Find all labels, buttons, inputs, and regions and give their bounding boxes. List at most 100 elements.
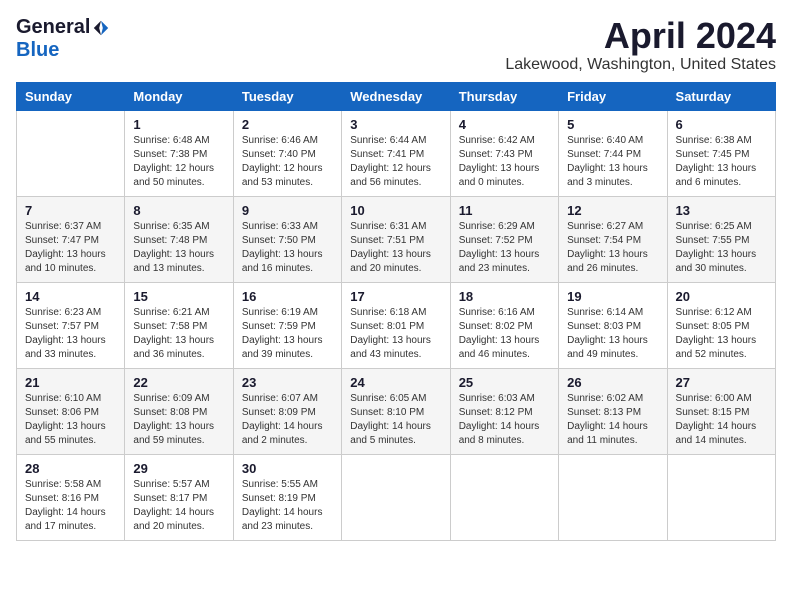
day-info: Sunrise: 5:57 AM Sunset: 8:17 PM Dayligh… bbox=[133, 478, 224, 534]
day-info: Sunrise: 6:27 AM Sunset: 7:54 PM Dayligh… bbox=[567, 220, 658, 276]
location-title: Lakewood, Washington, United States bbox=[505, 56, 776, 74]
calendar-day-cell bbox=[559, 454, 667, 540]
day-info: Sunrise: 6:48 AM Sunset: 7:38 PM Dayligh… bbox=[133, 134, 224, 190]
day-number: 21 bbox=[25, 375, 116, 390]
calendar-day-cell: 8Sunrise: 6:35 AM Sunset: 7:48 PM Daylig… bbox=[125, 196, 233, 282]
day-info: Sunrise: 5:55 AM Sunset: 8:19 PM Dayligh… bbox=[242, 478, 333, 534]
day-number: 1 bbox=[133, 117, 224, 132]
day-number: 19 bbox=[567, 289, 658, 304]
day-number: 22 bbox=[133, 375, 224, 390]
day-number: 6 bbox=[676, 117, 767, 132]
day-number: 4 bbox=[459, 117, 550, 132]
day-info: Sunrise: 6:23 AM Sunset: 7:57 PM Dayligh… bbox=[25, 306, 116, 362]
calendar-day-cell: 7Sunrise: 6:37 AM Sunset: 7:47 PM Daylig… bbox=[17, 196, 125, 282]
day-number: 11 bbox=[459, 203, 550, 218]
day-header-sunday: Sunday bbox=[17, 82, 125, 110]
title-area: April 2024 Lakewood, Washington, United … bbox=[505, 16, 776, 74]
day-info: Sunrise: 6:19 AM Sunset: 7:59 PM Dayligh… bbox=[242, 306, 333, 362]
day-number: 23 bbox=[242, 375, 333, 390]
calendar-day-cell: 23 Sunrise: 6:07 AM Sunset: 8:09 PM Dayli… bbox=[233, 368, 341, 454]
day-info: Sunrise: 6:14 AM Sunset: 8:03 PM Dayligh… bbox=[567, 306, 658, 362]
day-info: Sunrise: 6:07 AM Sunset: 8:09 PM Dayligh… bbox=[242, 392, 333, 448]
day-info: Sunrise: 6:46 AM Sunset: 7:40 PM Dayligh… bbox=[242, 134, 333, 190]
day-info: Sunrise: 6:02 AM Sunset: 8:13 PM Dayligh… bbox=[567, 392, 658, 448]
header: General Blue April 2024 Lakewood, Washin… bbox=[16, 16, 776, 74]
calendar-day-cell: 16 Sunrise: 6:19 AM Sunset: 7:59 PM Dayli… bbox=[233, 282, 341, 368]
logo-icon bbox=[92, 19, 110, 37]
day-number: 27 bbox=[676, 375, 767, 390]
day-number: 9 bbox=[242, 203, 333, 218]
calendar-day-cell: 17 Sunrise: 6:18 AM Sunset: 8:01 PM Dayli… bbox=[342, 282, 450, 368]
day-info: Sunrise: 6:33 AM Sunset: 7:50 PM Dayligh… bbox=[242, 220, 333, 276]
calendar-week-row: 28Sunrise: 5:58 AM Sunset: 8:16 PM Dayli… bbox=[17, 454, 776, 540]
calendar-day-cell: 30 Sunrise: 5:55 AM Sunset: 8:19 PM Dayli… bbox=[233, 454, 341, 540]
day-info: Sunrise: 6:12 AM Sunset: 8:05 PM Dayligh… bbox=[676, 306, 767, 362]
calendar-week-row: 7Sunrise: 6:37 AM Sunset: 7:47 PM Daylig… bbox=[17, 196, 776, 282]
calendar-day-cell: 25 Sunrise: 6:03 AM Sunset: 8:12 PM Dayli… bbox=[450, 368, 558, 454]
day-info: Sunrise: 6:03 AM Sunset: 8:12 PM Dayligh… bbox=[459, 392, 550, 448]
calendar-day-cell: 22 Sunrise: 6:09 AM Sunset: 8:08 PM Dayli… bbox=[125, 368, 233, 454]
calendar-day-cell bbox=[667, 454, 775, 540]
day-header-tuesday: Tuesday bbox=[233, 82, 341, 110]
day-info: Sunrise: 6:21 AM Sunset: 7:58 PM Dayligh… bbox=[133, 306, 224, 362]
day-info: Sunrise: 6:29 AM Sunset: 7:52 PM Dayligh… bbox=[459, 220, 550, 276]
day-info: Sunrise: 6:10 AM Sunset: 8:06 PM Dayligh… bbox=[25, 392, 116, 448]
day-info: Sunrise: 6:31 AM Sunset: 7:51 PM Dayligh… bbox=[350, 220, 441, 276]
day-info: Sunrise: 6:38 AM Sunset: 7:45 PM Dayligh… bbox=[676, 134, 767, 190]
calendar-day-cell: 24 Sunrise: 6:05 AM Sunset: 8:10 PM Dayli… bbox=[342, 368, 450, 454]
calendar-day-cell: 9 Sunrise: 6:33 AM Sunset: 7:50 PM Daylig… bbox=[233, 196, 341, 282]
calendar-day-cell: 27Sunrise: 6:00 AM Sunset: 8:15 PM Dayli… bbox=[667, 368, 775, 454]
calendar-day-cell: 20Sunrise: 6:12 AM Sunset: 8:05 PM Dayli… bbox=[667, 282, 775, 368]
day-info: Sunrise: 6:16 AM Sunset: 8:02 PM Dayligh… bbox=[459, 306, 550, 362]
calendar-day-cell: 5Sunrise: 6:40 AM Sunset: 7:44 PM Daylig… bbox=[559, 110, 667, 196]
day-header-monday: Monday bbox=[125, 82, 233, 110]
calendar-day-cell bbox=[342, 454, 450, 540]
day-header-wednesday: Wednesday bbox=[342, 82, 450, 110]
day-header-saturday: Saturday bbox=[667, 82, 775, 110]
calendar-day-cell: 6 Sunrise: 6:38 AM Sunset: 7:45 PM Daylig… bbox=[667, 110, 775, 196]
calendar-day-cell: 18Sunrise: 6:16 AM Sunset: 8:02 PM Dayli… bbox=[450, 282, 558, 368]
day-number: 2 bbox=[242, 117, 333, 132]
calendar-header-row: SundayMondayTuesdayWednesdayThursdayFrid… bbox=[17, 82, 776, 110]
day-info: Sunrise: 6:42 AM Sunset: 7:43 PM Dayligh… bbox=[459, 134, 550, 190]
calendar-day-cell: 21 Sunrise: 6:10 AM Sunset: 8:06 PM Dayli… bbox=[17, 368, 125, 454]
logo-blue-text: Blue bbox=[16, 39, 59, 62]
day-number: 16 bbox=[242, 289, 333, 304]
day-number: 30 bbox=[242, 461, 333, 476]
day-info: Sunrise: 6:35 AM Sunset: 7:48 PM Dayligh… bbox=[133, 220, 224, 276]
calendar-day-cell: 13 Sunrise: 6:25 AM Sunset: 7:55 PM Dayli… bbox=[667, 196, 775, 282]
day-info: Sunrise: 6:05 AM Sunset: 8:10 PM Dayligh… bbox=[350, 392, 441, 448]
calendar-day-cell: 1 Sunrise: 6:48 AM Sunset: 7:38 PM Daylig… bbox=[125, 110, 233, 196]
logo-general-text: General bbox=[16, 16, 90, 39]
calendar-day-cell: 15 Sunrise: 6:21 AM Sunset: 7:58 PM Dayli… bbox=[125, 282, 233, 368]
calendar-day-cell: 4 Sunrise: 6:42 AM Sunset: 7:43 PM Daylig… bbox=[450, 110, 558, 196]
day-number: 24 bbox=[350, 375, 441, 390]
day-number: 26 bbox=[567, 375, 658, 390]
day-number: 15 bbox=[133, 289, 224, 304]
day-number: 17 bbox=[350, 289, 441, 304]
calendar-day-cell bbox=[450, 454, 558, 540]
day-number: 7 bbox=[25, 203, 116, 218]
calendar-day-cell: 11 Sunrise: 6:29 AM Sunset: 7:52 PM Dayli… bbox=[450, 196, 558, 282]
day-number: 13 bbox=[676, 203, 767, 218]
day-number: 3 bbox=[350, 117, 441, 132]
day-info: Sunrise: 6:18 AM Sunset: 8:01 PM Dayligh… bbox=[350, 306, 441, 362]
calendar-day-cell: 19 Sunrise: 6:14 AM Sunset: 8:03 PM Dayli… bbox=[559, 282, 667, 368]
calendar-day-cell: 26 Sunrise: 6:02 AM Sunset: 8:13 PM Dayli… bbox=[559, 368, 667, 454]
calendar-day-cell bbox=[17, 110, 125, 196]
month-title: April 2024 bbox=[505, 16, 776, 56]
calendar-day-cell: 12 Sunrise: 6:27 AM Sunset: 7:54 PM Dayli… bbox=[559, 196, 667, 282]
day-number: 12 bbox=[567, 203, 658, 218]
day-header-friday: Friday bbox=[559, 82, 667, 110]
day-number: 28 bbox=[25, 461, 116, 476]
day-info: Sunrise: 6:09 AM Sunset: 8:08 PM Dayligh… bbox=[133, 392, 224, 448]
calendar-day-cell: 28Sunrise: 5:58 AM Sunset: 8:16 PM Dayli… bbox=[17, 454, 125, 540]
day-number: 5 bbox=[567, 117, 658, 132]
calendar-week-row: 1 Sunrise: 6:48 AM Sunset: 7:38 PM Daylig… bbox=[17, 110, 776, 196]
calendar-table: SundayMondayTuesdayWednesdayThursdayFrid… bbox=[16, 82, 776, 541]
calendar-day-cell: 10Sunrise: 6:31 AM Sunset: 7:51 PM Dayli… bbox=[342, 196, 450, 282]
calendar-week-row: 14Sunrise: 6:23 AM Sunset: 7:57 PM Dayli… bbox=[17, 282, 776, 368]
day-number: 29 bbox=[133, 461, 224, 476]
day-number: 25 bbox=[459, 375, 550, 390]
day-info: Sunrise: 6:25 AM Sunset: 7:55 PM Dayligh… bbox=[676, 220, 767, 276]
